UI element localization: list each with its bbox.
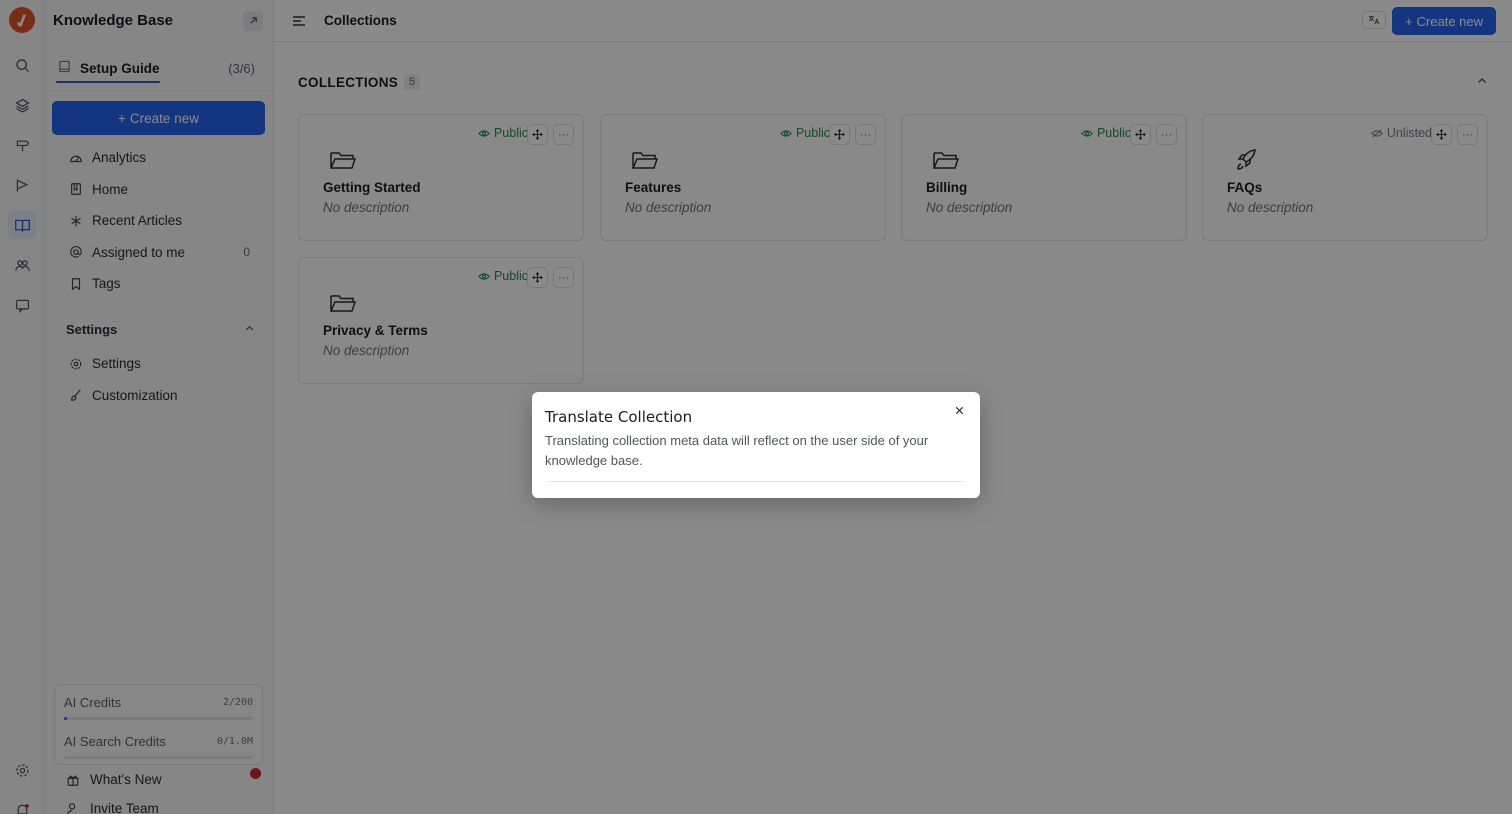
dialog-title: Translate Collection — [545, 408, 693, 426]
dialog-description: Translating collection meta data will re… — [545, 433, 929, 468]
dialog-divider — [548, 481, 964, 482]
close-icon[interactable] — [950, 401, 968, 419]
translate-collection-dialog: Translate Collection Translating collect… — [532, 392, 980, 498]
